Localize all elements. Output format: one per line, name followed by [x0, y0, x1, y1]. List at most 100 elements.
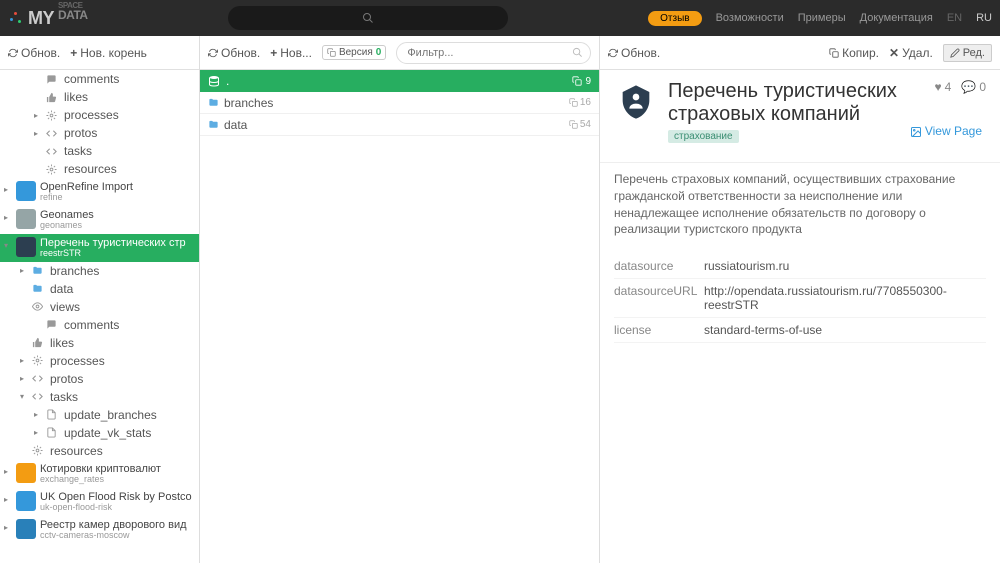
refresh-button[interactable]: Обнов.	[608, 46, 660, 60]
cog-icon	[46, 164, 60, 175]
logo-icon	[8, 10, 24, 26]
search-icon	[572, 47, 583, 58]
comment-icon	[46, 319, 60, 330]
plus-icon: +	[70, 46, 77, 60]
copy-icon	[572, 76, 582, 86]
version-selector[interactable]: Версия 0	[322, 45, 386, 60]
view-page-link[interactable]: View Page	[910, 124, 983, 138]
tree-item[interactable]: likes	[0, 88, 199, 106]
file-icon	[46, 427, 60, 438]
detail-properties: datasourcerussiatourism.ru datasourceURLh…	[600, 246, 1000, 351]
tree-root[interactable]: ▸OpenRefine Importrefine	[0, 178, 199, 206]
copy-button[interactable]: Копир.	[829, 46, 879, 60]
hearts-stat[interactable]: ♥4	[935, 80, 952, 94]
tree-root[interactable]: ▸Geonamesgeonames	[0, 206, 199, 234]
lang-en[interactable]: EN	[947, 12, 962, 24]
tree-item[interactable]: views	[0, 298, 199, 316]
file-icon	[46, 409, 60, 420]
new-button[interactable]: + Нов...	[270, 46, 312, 60]
nav-link[interactable]: Документация	[860, 12, 933, 24]
filter-input[interactable]	[396, 42, 591, 64]
root-icon	[16, 237, 36, 257]
file-toolbar: Обнов. + Нов... Версия 0	[200, 36, 599, 70]
property-key: datasourceURL	[614, 284, 704, 312]
comment-icon	[46, 74, 60, 85]
refresh-icon	[208, 48, 218, 58]
tree-item[interactable]: ▸update_branches	[0, 406, 199, 424]
refresh-button[interactable]: Обнов.	[8, 46, 60, 60]
search-icon	[362, 12, 374, 24]
global-search[interactable]	[228, 6, 508, 30]
logo[interactable]: MY DATA SPACE	[8, 8, 88, 29]
tree-item[interactable]: ▸update_vk_stats	[0, 424, 199, 442]
delete-button[interactable]: ✕ Удал.	[889, 46, 933, 60]
database-icon	[208, 75, 220, 87]
sidebar: Обнов. + Нов. корень commentslikes▸proce…	[0, 36, 200, 563]
root-icon	[16, 491, 36, 511]
logo-space: SPACE	[58, 1, 82, 10]
file-root-row[interactable]: . 9	[200, 70, 599, 92]
tree-item[interactable]: ▸protos	[0, 370, 199, 388]
nav-link[interactable]: Примеры	[798, 12, 846, 24]
detail-toolbar: Обнов. Копир. ✕ Удал. Ред.	[600, 36, 1000, 70]
tree-root[interactable]: ▾Перечень туристических стрreestrSTR	[0, 234, 199, 262]
detail-description: Перечень страховых компаний, осуществивш…	[600, 162, 1000, 246]
cog-icon	[46, 110, 60, 121]
root-icon	[16, 519, 36, 539]
folder-icon	[208, 119, 224, 130]
tree-root[interactable]: ▸UK Open Flood Risk by Postcouk-open-flo…	[0, 488, 199, 516]
tree-root[interactable]: ▸Реестр камер дворового видcctv-cameras-…	[0, 516, 199, 544]
tree-item[interactable]: comments	[0, 316, 199, 334]
plus-icon: +	[270, 46, 277, 60]
new-root-button[interactable]: + Нов. корень	[70, 46, 147, 60]
folder-icon	[32, 265, 46, 276]
tree-item[interactable]: ▾tasks	[0, 388, 199, 406]
logo-data: DATA	[58, 8, 88, 22]
file-row[interactable]: branches16	[200, 92, 599, 114]
tree-item[interactable]: ▸branches	[0, 262, 199, 280]
copy-icon	[829, 48, 839, 58]
refresh-button[interactable]: Обнов.	[208, 46, 260, 60]
detail-icon	[614, 80, 658, 124]
like-icon	[32, 337, 46, 348]
tree-root[interactable]: ▸Котировки криптовалютexchange_rates	[0, 460, 199, 488]
close-icon: ✕	[889, 46, 899, 60]
root-icon	[16, 463, 36, 483]
logo-my: MY	[28, 8, 54, 29]
code-icon	[46, 146, 60, 157]
property-value: http://opendata.russiatourism.ru/7708550…	[704, 284, 986, 312]
tree-item[interactable]: resources	[0, 442, 199, 460]
tree-item[interactable]: resources	[0, 160, 199, 178]
property-key: datasource	[614, 259, 704, 273]
comment-icon: 💬	[961, 80, 976, 94]
copy-icon	[569, 120, 578, 129]
tree-item[interactable]: tasks	[0, 142, 199, 160]
file-panel: Обнов. + Нов... Версия 0 .	[200, 36, 600, 563]
refresh-icon	[608, 48, 618, 58]
file-row[interactable]: data54	[200, 114, 599, 136]
tree-item[interactable]: ▸processes	[0, 106, 199, 124]
tree-item[interactable]: ▸protos	[0, 124, 199, 142]
root-icon	[16, 181, 36, 201]
review-button[interactable]: Отзыв	[648, 11, 701, 26]
property-key: license	[614, 323, 704, 337]
header-nav: Отзыв Возможности Примеры Документация E…	[648, 11, 992, 26]
nav-link[interactable]: Возможности	[716, 12, 784, 24]
tag[interactable]: страхование	[668, 130, 739, 143]
tree-item[interactable]: comments	[0, 70, 199, 88]
eye-icon	[32, 301, 46, 312]
comments-stat[interactable]: 💬0	[961, 80, 986, 94]
property-row: licensestandard-terms-of-use	[614, 318, 986, 343]
tree-item[interactable]: ▸processes	[0, 352, 199, 370]
edit-button[interactable]: Ред.	[943, 44, 992, 62]
tree-item[interactable]: likes	[0, 334, 199, 352]
property-row: datasourcerussiatourism.ru	[614, 254, 986, 279]
property-value: standard-terms-of-use	[704, 323, 986, 337]
tree: commentslikes▸processes▸protostasksresou…	[0, 70, 199, 563]
file-list: branches16data54	[200, 92, 599, 136]
lang-ru[interactable]: RU	[976, 12, 992, 24]
copy-icon	[327, 48, 336, 57]
file-root-name: .	[226, 74, 572, 88]
edit-icon	[950, 48, 960, 58]
tree-item[interactable]: data	[0, 280, 199, 298]
